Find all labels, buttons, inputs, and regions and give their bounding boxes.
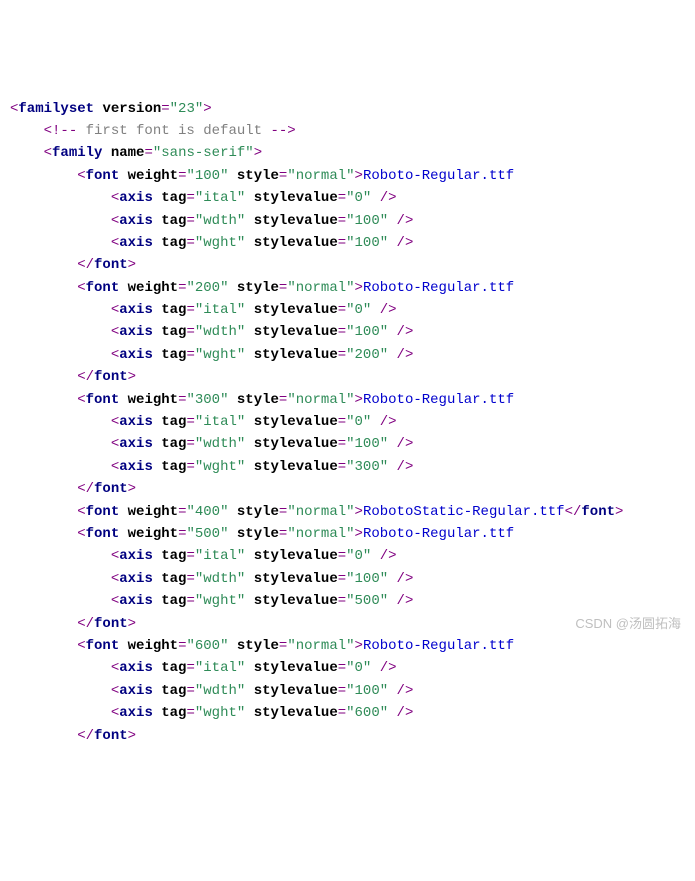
watermark: CSDN @汤圆拓海 <box>575 614 681 635</box>
xml-code-block: <familyset version="23"> <!-- first font… <box>10 98 685 747</box>
